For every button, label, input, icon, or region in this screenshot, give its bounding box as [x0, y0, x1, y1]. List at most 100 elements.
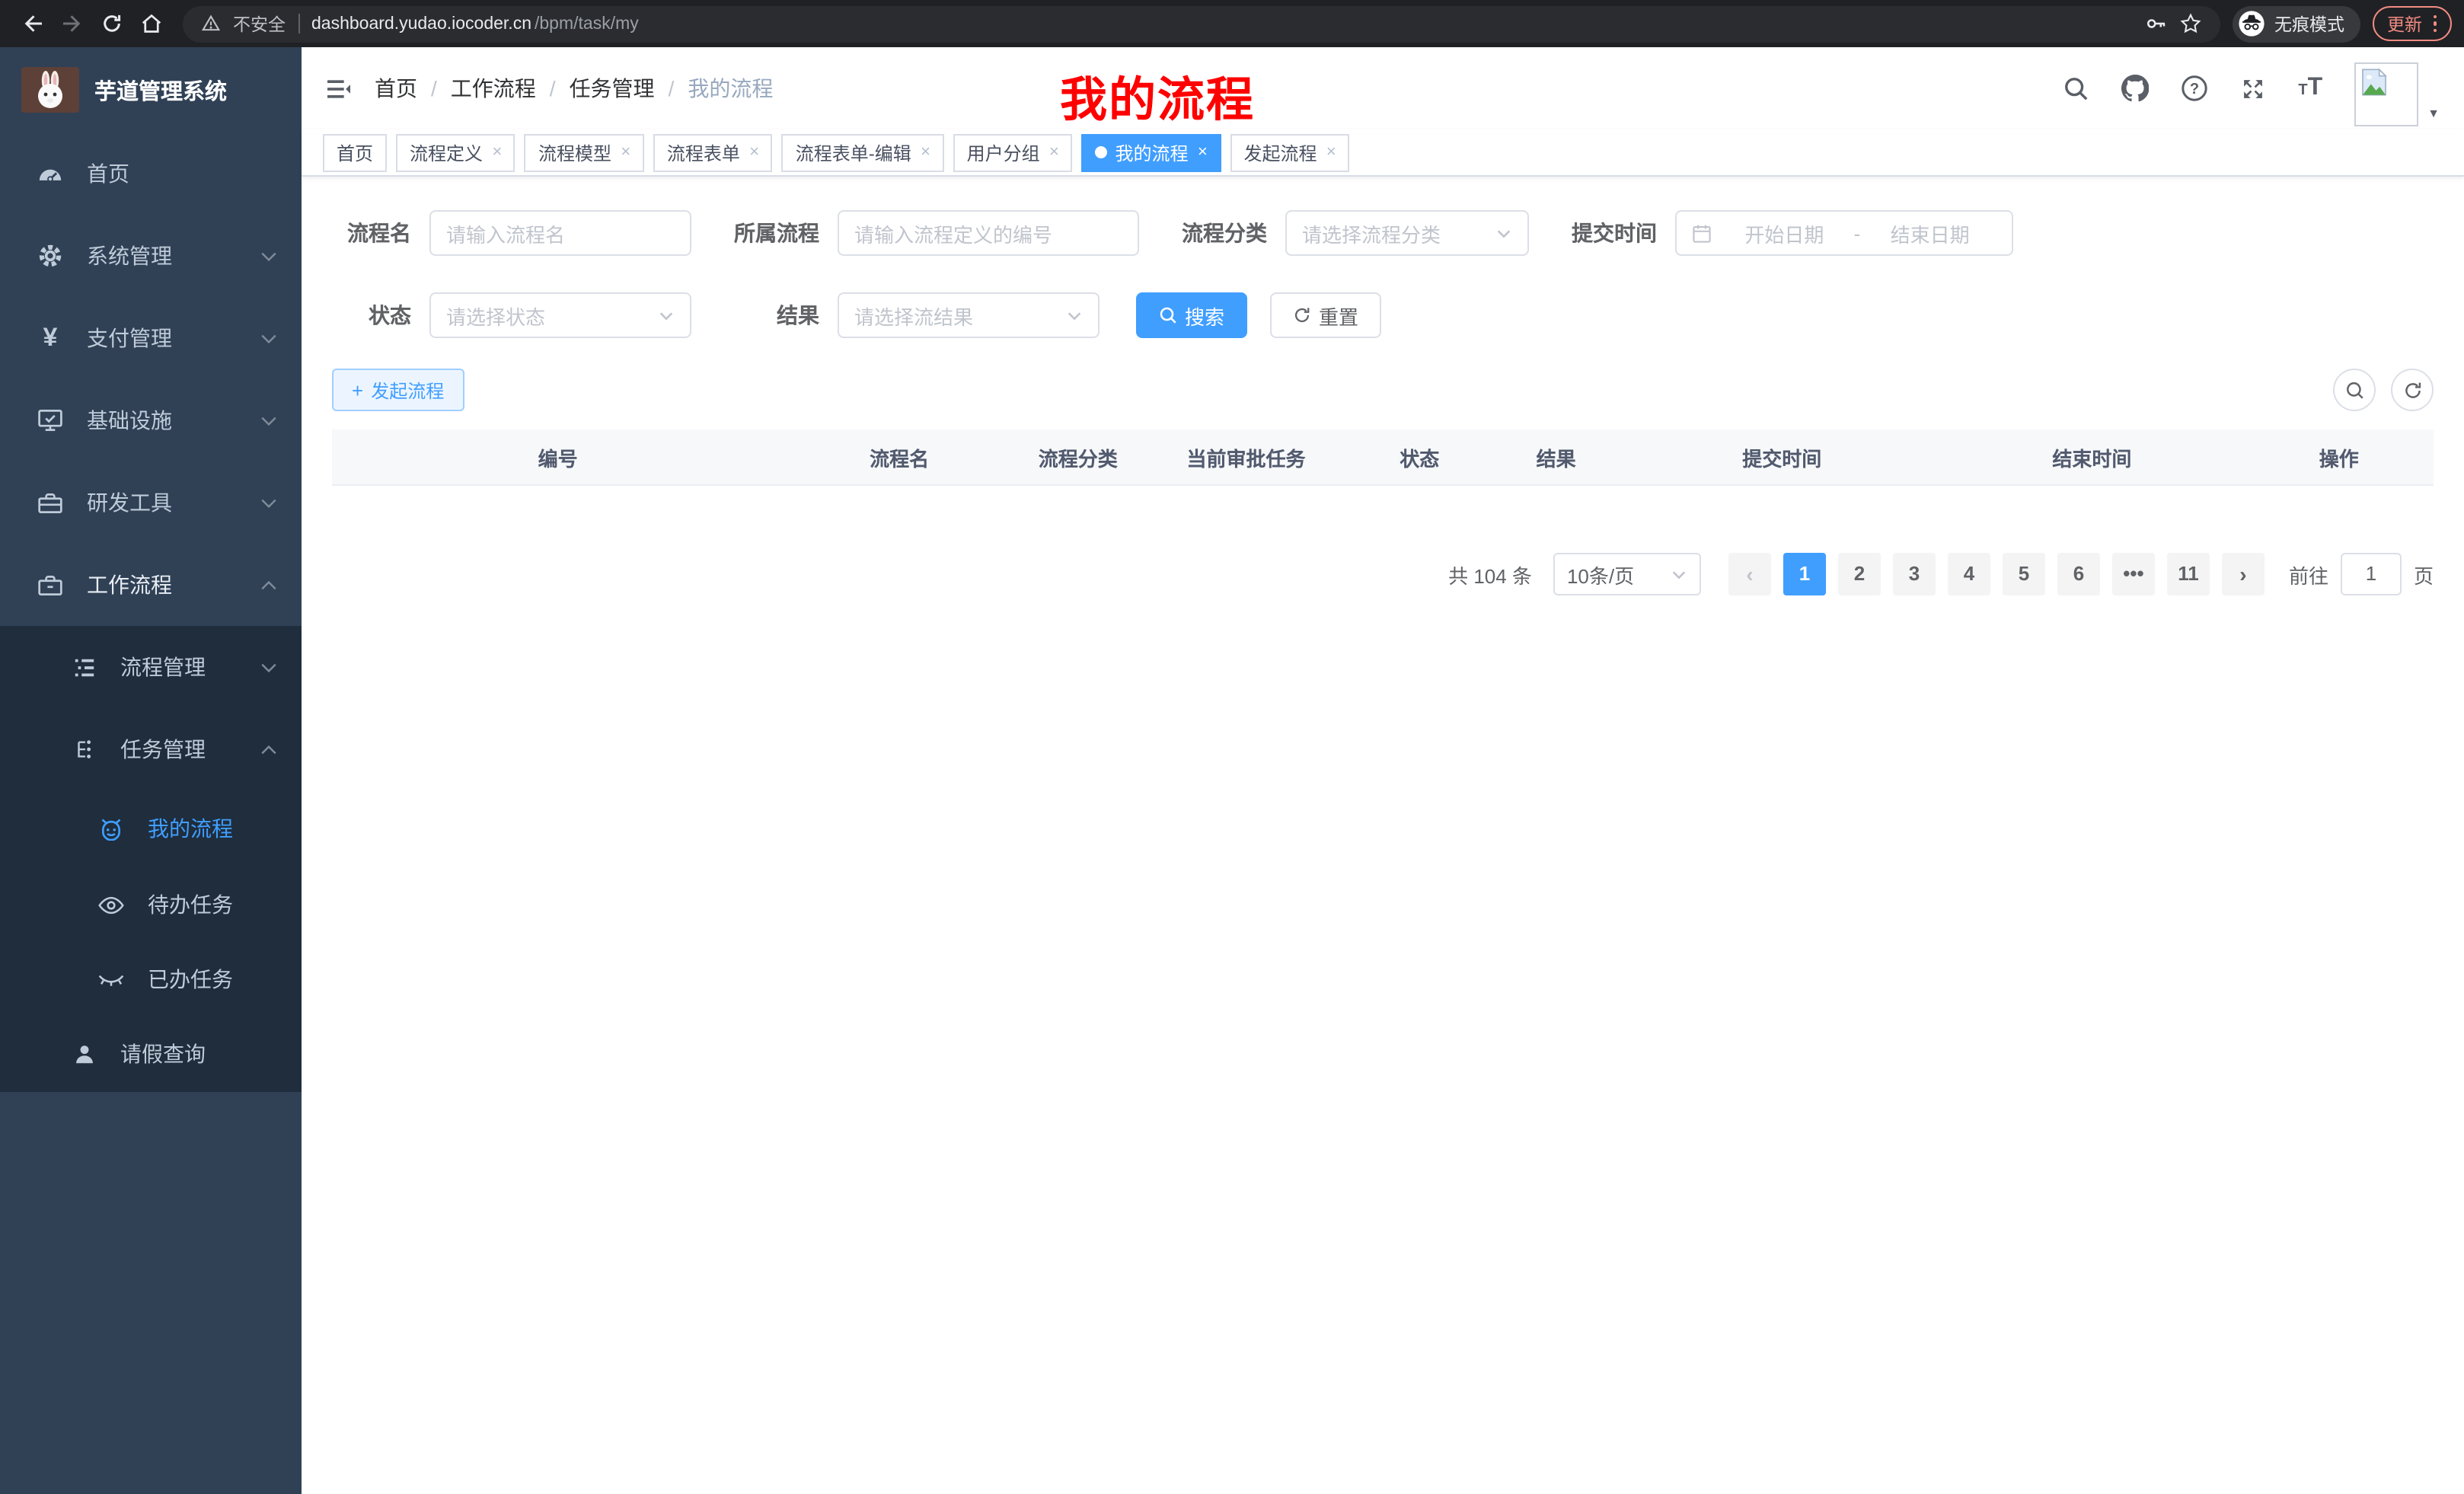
refresh-button[interactable]	[2391, 369, 2434, 411]
filter-category: 流程分类 请选择流程分类	[1176, 210, 1529, 256]
update-label[interactable]: 更新	[2387, 11, 2422, 36]
sidebar-item-leave-query[interactable]: 请假查询	[0, 1016, 302, 1092]
search-icon[interactable]	[2063, 75, 2089, 101]
tab[interactable]: 流程表单×	[653, 133, 773, 171]
tab[interactable]: 发起流程×	[1230, 133, 1349, 171]
sidebar-item-task-mgmt[interactable]: 任务管理	[0, 708, 302, 790]
search-button[interactable]: 搜索	[1136, 292, 1247, 338]
filter-result: 结果 请选择流结果	[728, 292, 1100, 338]
total-count: 共 104 条	[1448, 560, 1532, 589]
breadcrumb-item[interactable]: 首页	[375, 73, 417, 104]
close-icon[interactable]: ×	[749, 143, 759, 161]
column-header: 状态	[1352, 429, 1488, 485]
tab[interactable]: 流程定义×	[396, 133, 515, 171]
page-button[interactable]: 5	[2003, 553, 2045, 595]
sidebar-item-infra[interactable]: 基础设施	[0, 379, 302, 461]
process-name-input[interactable]: 请输入流程名	[429, 210, 691, 256]
forward-button[interactable]	[52, 5, 91, 42]
browser-menu-icon[interactable]	[2433, 15, 2437, 33]
breadcrumb: 首页 / 工作流程 / 任务管理 / 我的流程	[375, 73, 773, 104]
github-icon[interactable]	[2121, 75, 2149, 102]
password-key-icon[interactable]	[2143, 12, 2166, 35]
sidebar-item-done-tasks[interactable]: 已办任务	[0, 943, 302, 1016]
eye-open-icon	[94, 895, 128, 915]
column-header: 提交时间	[1624, 429, 1939, 485]
page-button[interactable]: 2	[1838, 553, 1881, 595]
browser-update-button[interactable]: 更新	[2372, 6, 2452, 41]
filter-label: 提交时间	[1566, 218, 1657, 248]
goto-page-input[interactable]: 1	[2341, 553, 2402, 595]
page-button[interactable]: 3	[1893, 553, 1936, 595]
address-bar[interactable]: 不安全 dashboard.yudao.iocoder.cn/bpm/task/…	[183, 5, 2220, 42]
active-dot-icon	[1096, 146, 1108, 158]
sidebar-item-home[interactable]: 首页	[0, 132, 302, 215]
show-search-toggle-button[interactable]	[2333, 369, 2376, 411]
category-select[interactable]: 请选择流程分类	[1285, 210, 1529, 256]
tab[interactable]: 我的流程×	[1082, 133, 1221, 171]
home-button[interactable]	[131, 5, 171, 42]
security-label[interactable]: 不安全	[233, 11, 286, 36]
sidebar-item-todo-tasks[interactable]: 待办任务	[0, 867, 302, 943]
sidebar-item-workflow[interactable]: 工作流程	[0, 544, 302, 626]
page-button[interactable]: 6	[2057, 553, 2100, 595]
breadcrumb-item[interactable]: 工作流程	[451, 73, 536, 104]
process-table: 编号流程名流程分类当前审批任务状态结果提交时间结束时间操作	[332, 429, 2434, 486]
sidebar-item-system[interactable]: 系统管理	[0, 215, 302, 297]
pagination: 共 104 条 10条/页 ‹ 123456•••11 › 前往 1 页	[332, 553, 2434, 595]
fullscreen-icon[interactable]	[2240, 75, 2266, 101]
sidebar-item-devtools[interactable]: 研发工具	[0, 461, 302, 544]
goto-label: 前往	[2289, 560, 2328, 589]
close-icon[interactable]: ×	[492, 143, 502, 161]
back-button[interactable]	[12, 5, 52, 42]
avatar-caret-icon[interactable]: ▼	[2427, 107, 2440, 126]
font-size-icon[interactable]: TT	[2298, 78, 2322, 99]
filter-label: 状态	[332, 300, 411, 330]
page-button[interactable]: 4	[1948, 553, 1990, 595]
chevron-down-icon	[260, 662, 277, 672]
close-icon[interactable]: ×	[1326, 143, 1336, 161]
status-select[interactable]: 请选择状态	[429, 292, 691, 338]
tab[interactable]: 首页	[323, 133, 387, 171]
chevron-down-icon	[658, 307, 675, 324]
close-icon[interactable]: ×	[1198, 143, 1208, 161]
screen: 不安全 dashboard.yudao.iocoder.cn/bpm/task/…	[0, 0, 2464, 1494]
close-icon[interactable]: ×	[921, 143, 930, 161]
sidebar-item-process-mgmt[interactable]: 流程管理	[0, 626, 302, 708]
app-logo[interactable]: 芋道管理系统	[0, 47, 302, 132]
filter-row-2: 状态 请选择状态 结果 请选择流结果	[332, 292, 2434, 338]
process-def-input[interactable]: 请输入流程定义的编号	[838, 210, 1139, 256]
chevron-down-icon	[1495, 225, 1512, 241]
create-process-button[interactable]: + 发起流程	[332, 369, 464, 411]
breadcrumb-current: 我的流程	[688, 73, 773, 104]
avatar[interactable]	[2354, 62, 2418, 126]
prev-page-button[interactable]: ‹	[1728, 553, 1771, 595]
page-button[interactable]: 1	[1783, 553, 1826, 595]
result-select[interactable]: 请选择流结果	[838, 292, 1100, 338]
table-toolbar: + 发起流程	[332, 369, 2434, 411]
tab[interactable]: 流程表单-编辑×	[782, 133, 944, 171]
bookmark-star-icon[interactable]	[2178, 12, 2201, 35]
page-size-select[interactable]: 10条/页	[1553, 553, 1701, 595]
column-header: 结果	[1488, 429, 1624, 485]
date-start-placeholder: 开始日期	[1718, 219, 1851, 247]
date-end-placeholder: 结束日期	[1863, 219, 1996, 247]
breadcrumb-item[interactable]: 任务管理	[570, 73, 655, 104]
reload-button[interactable]	[91, 5, 131, 42]
date-range-picker[interactable]: 开始日期 - 结束日期	[1675, 210, 2013, 256]
security-warning-icon[interactable]	[201, 14, 221, 34]
tab[interactable]: 流程模型×	[525, 133, 644, 171]
tab[interactable]: 用户分组×	[953, 133, 1073, 171]
more-pages-button[interactable]: •••	[2112, 553, 2155, 595]
sidebar-item-payment[interactable]: ¥ 支付管理	[0, 297, 302, 379]
reset-button[interactable]: 重置	[1270, 292, 1381, 338]
help-icon[interactable]: ?	[2181, 75, 2208, 102]
table-header-row: 编号流程名流程分类当前审批任务状态结果提交时间结束时间操作	[332, 429, 2434, 485]
page-button[interactable]: 11	[2167, 553, 2210, 595]
sidebar-item-my-process[interactable]: 我的流程	[0, 790, 302, 867]
close-icon[interactable]: ×	[621, 143, 630, 161]
sidebar-collapse-icon[interactable]	[326, 77, 352, 100]
close-icon[interactable]: ×	[1049, 143, 1059, 161]
toolbox-icon	[34, 490, 67, 516]
next-page-button[interactable]: ›	[2222, 553, 2265, 595]
plus-icon: +	[352, 380, 363, 400]
